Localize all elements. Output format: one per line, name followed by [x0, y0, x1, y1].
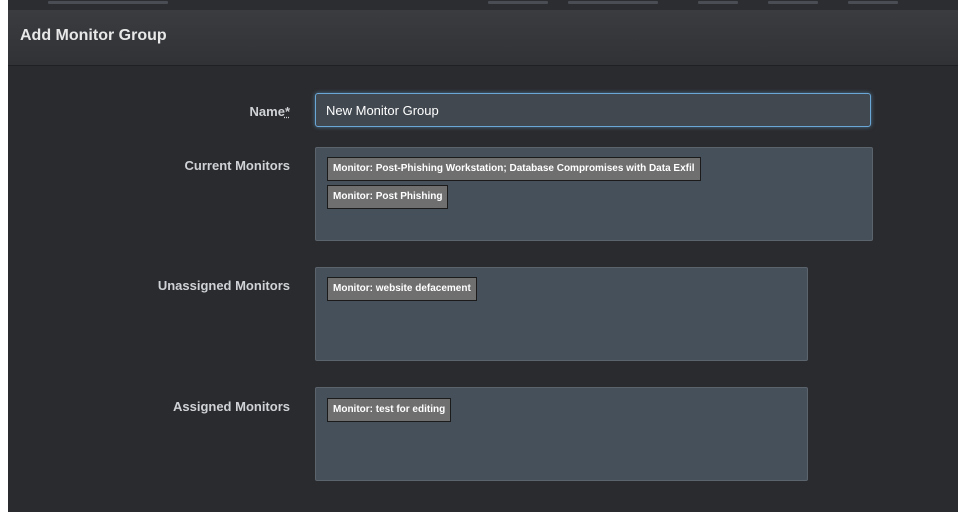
required-marker: * [284, 104, 290, 119]
background-text [568, 1, 658, 4]
dialog-title: Add Monitor Group [20, 27, 167, 44]
background-text [698, 1, 738, 4]
background-app-bar [8, 0, 958, 10]
unassigned-monitors-label: Unassigned Monitors [157, 278, 290, 293]
name-label-text: Name [249, 104, 285, 119]
monitor-chip[interactable]: Monitor: Post-Phishing Workstation; Data… [327, 157, 701, 181]
add-monitor-group-dialog: Add Monitor Group Name* Current Monitors… [8, 10, 958, 512]
background-text [488, 1, 548, 4]
name-input[interactable] [315, 93, 871, 127]
assigned-monitors-label: Assigned Monitors [172, 399, 290, 414]
monitor-chip[interactable]: Monitor: test for editing [327, 398, 452, 422]
background-text [768, 1, 818, 4]
unassigned-monitors-box[interactable]: Monitor: website defacement [315, 267, 808, 361]
background-text [48, 1, 168, 4]
background-text [848, 1, 898, 4]
assigned-monitors-box[interactable]: Monitor: test for editing [315, 387, 808, 481]
monitor-chip[interactable]: Monitor: website defacement [327, 277, 477, 301]
name-label: Name* [8, 104, 290, 119]
current-monitors-box[interactable]: Monitor: Post-Phishing Workstation; Data… [315, 147, 873, 241]
dialog-header: Add Monitor Group [8, 10, 958, 66]
current-monitors-label: Current Monitors [184, 158, 290, 173]
monitor-chip[interactable]: Monitor: Post Phishing [327, 185, 449, 209]
